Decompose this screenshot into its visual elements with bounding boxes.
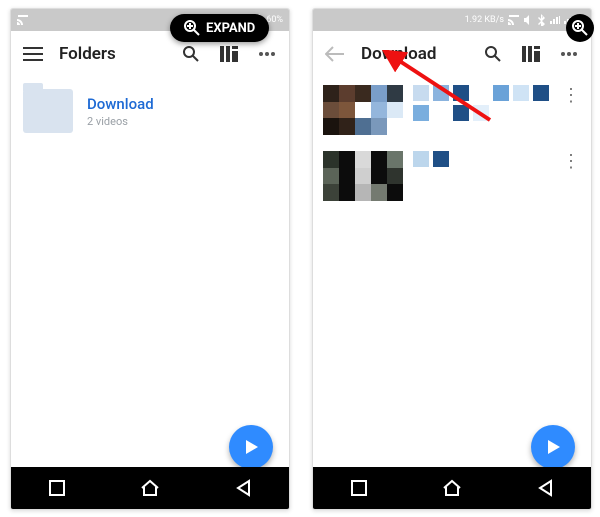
more-button[interactable]	[557, 42, 581, 66]
video-more-button[interactable]: ⋮	[561, 151, 581, 172]
video-more-button[interactable]: ⋮	[561, 85, 581, 106]
cast-icon	[508, 15, 520, 25]
magnify-plus-icon	[184, 20, 200, 36]
status-battery: 60%	[266, 15, 283, 25]
video-meta	[413, 151, 551, 175]
signal-icon	[550, 16, 560, 24]
magnify-badge[interactable]	[566, 14, 594, 42]
video-item[interactable]: ⋮	[323, 151, 581, 201]
search-button[interactable]	[179, 42, 203, 66]
phone-left-frame: 0:14 60% Folders Download	[10, 8, 290, 510]
nav-recent-button[interactable]	[346, 475, 372, 501]
folder-icon	[23, 89, 73, 133]
nav-recent-button[interactable]	[44, 475, 70, 501]
video-meta	[413, 85, 551, 125]
android-nav-bar	[313, 467, 591, 509]
bluetooth-icon	[538, 14, 546, 26]
play-fab[interactable]	[229, 425, 273, 469]
video-thumbnail	[323, 151, 403, 201]
nav-back-button[interactable]	[532, 475, 558, 501]
video-thumbnail	[323, 85, 403, 135]
folder-name: Download	[87, 95, 154, 113]
content-area: ⋮⋮	[313, 77, 591, 483]
video-list: ⋮⋮	[323, 85, 581, 201]
view-toggle-button[interactable]	[519, 42, 543, 66]
expand-label: EXPAND	[206, 21, 255, 36]
app-bar: Download	[313, 31, 591, 77]
nav-home-button[interactable]	[439, 475, 465, 501]
status-bar: 1.92 KB/s	[313, 9, 591, 31]
folder-item[interactable]: Download 2 videos	[21, 85, 279, 137]
play-fab[interactable]	[531, 425, 575, 469]
phone-right-frame: 1.92 KB/s Download ⋮⋮	[312, 8, 592, 510]
folder-subtitle: 2 videos	[87, 115, 154, 128]
more-button[interactable]	[255, 42, 279, 66]
status-net: 1.92 KB/s	[465, 15, 504, 25]
expand-button[interactable]: EXPAND	[170, 14, 269, 42]
volume-icon	[524, 15, 534, 25]
view-toggle-button[interactable]	[217, 42, 241, 66]
page-title: Download	[361, 44, 467, 64]
menu-button[interactable]	[21, 42, 45, 66]
nav-back-button[interactable]	[230, 475, 256, 501]
content-area: Download 2 videos	[11, 77, 289, 483]
video-item[interactable]: ⋮	[323, 85, 581, 135]
android-nav-bar	[11, 467, 289, 509]
page-title: Folders	[59, 44, 165, 64]
nav-home-button[interactable]	[137, 475, 163, 501]
cast-icon	[17, 15, 29, 25]
search-button[interactable]	[481, 42, 505, 66]
back-arrow-button[interactable]	[323, 42, 347, 66]
